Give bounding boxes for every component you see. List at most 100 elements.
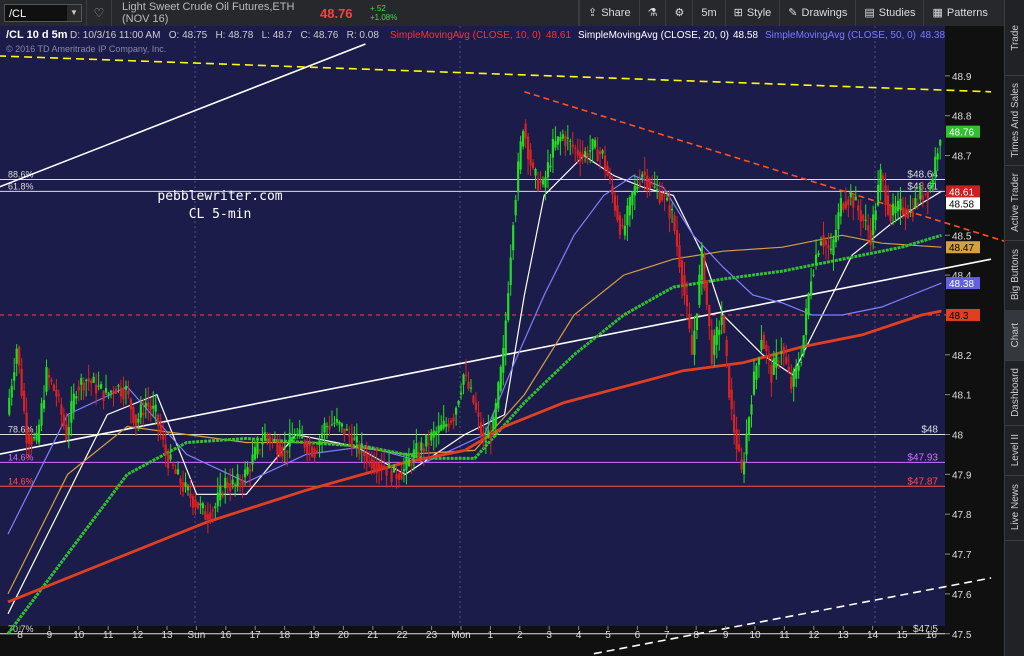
price-badge-label: 48.58	[949, 199, 974, 210]
candle-body	[509, 257, 512, 286]
candle-body	[288, 432, 291, 447]
candle-body	[693, 330, 696, 355]
candle-body	[253, 447, 257, 460]
drawings-label: Drawings	[801, 7, 848, 19]
candle-body	[169, 454, 172, 460]
candle-body	[613, 195, 617, 211]
candle-body	[72, 393, 75, 411]
sma50-label: SimpleMovingAvg (CLOSE, 50, 0)	[765, 30, 916, 41]
price-chart[interactable]: 88.6% $48.6461.8% $48.6178.6% $4814.6% $47.9…	[0, 26, 1004, 656]
candle-body	[536, 178, 540, 191]
timeframe-button[interactable]: 5m	[692, 0, 724, 26]
settings-button[interactable]: ⚙	[665, 0, 692, 26]
change-percent: +1.08%	[370, 13, 398, 22]
candle-body	[199, 503, 202, 506]
candle-body	[256, 441, 259, 455]
candle-body	[551, 139, 555, 158]
candle-body	[402, 469, 406, 472]
candle-body	[345, 429, 348, 431]
candle-body	[80, 377, 83, 385]
candle-body	[539, 181, 542, 183]
candle-body	[795, 365, 798, 379]
tab-live-news[interactable]: Live News	[1005, 475, 1024, 541]
x-tick-label: Mon	[451, 630, 470, 641]
candle-body	[186, 486, 190, 491]
candle-body	[273, 439, 276, 441]
candle-body	[373, 460, 376, 471]
x-tick-label: 18	[279, 630, 291, 641]
candle-body	[385, 466, 388, 476]
candle-body	[636, 186, 639, 190]
candle-body	[338, 421, 341, 425]
candle-body	[447, 423, 450, 428]
candle-body	[891, 203, 895, 216]
candle-body	[62, 414, 65, 426]
candle-body	[641, 174, 644, 178]
plot-area[interactable]	[0, 26, 945, 626]
tab-big-buttons[interactable]: Big Buttons	[1005, 240, 1024, 311]
candle-body	[725, 339, 728, 357]
candle-body	[477, 412, 480, 417]
candle-body	[30, 436, 33, 445]
tab-dashboard[interactable]: Dashboard	[1005, 360, 1024, 426]
candle-body	[678, 245, 681, 268]
x-tick-label: 5	[605, 630, 611, 641]
candle-body	[268, 436, 272, 443]
heart-icon[interactable]: ♡	[86, 0, 112, 26]
candle-body	[487, 430, 490, 439]
candle-body	[82, 382, 85, 391]
candle-body	[42, 400, 46, 409]
candle-body	[549, 165, 552, 168]
x-tick-label: 20	[338, 630, 350, 641]
candle-body	[60, 404, 63, 415]
candle-body	[524, 123, 527, 139]
candle-body	[204, 511, 207, 520]
candle-body	[800, 362, 803, 364]
candle-body	[296, 433, 299, 435]
candle-body	[514, 199, 517, 216]
candle-body	[564, 135, 567, 146]
time-axis[interactable]	[0, 626, 1004, 656]
patterns-button[interactable]: ▦ Patterns	[923, 0, 995, 26]
candle-body	[97, 385, 100, 387]
tab-level-ii[interactable]: Level II	[1005, 425, 1024, 476]
candle-body	[844, 201, 847, 209]
candle-body	[494, 402, 497, 427]
tab-trade[interactable]: Trade	[1005, 0, 1024, 76]
candle-body	[28, 434, 31, 445]
drawings-button[interactable]: ✎ Drawings	[779, 0, 855, 26]
candle-body	[365, 454, 368, 463]
candle-body	[797, 365, 800, 371]
candle-body	[896, 200, 900, 212]
chevron-down-icon[interactable]: ▼	[67, 5, 81, 21]
candle-body	[507, 293, 510, 320]
candle-body	[157, 414, 160, 426]
studies-button[interactable]: ▤ Studies	[855, 0, 923, 26]
candle-body	[566, 137, 569, 139]
candle-body	[330, 424, 334, 426]
x-tick-label: Sun	[188, 630, 206, 641]
candle-body	[77, 386, 80, 391]
flask-icon: ⚗	[647, 7, 658, 19]
candle-body	[775, 353, 778, 368]
candle-body	[695, 313, 698, 330]
candle-body	[680, 260, 684, 285]
style-button[interactable]: ⊞ Style	[724, 0, 780, 26]
symbol-input[interactable]: /CL ▼	[4, 4, 82, 22]
candle-body	[670, 208, 674, 211]
candle-body	[422, 448, 425, 452]
y-tick-label: 48.9	[952, 72, 972, 83]
flask-button[interactable]: ⚗	[638, 0, 666, 26]
x-tick-label: 23	[426, 630, 438, 641]
tab-times-and-sales[interactable]: Times And Sales	[1005, 75, 1024, 166]
candle-body	[683, 275, 686, 296]
candle-body	[236, 474, 239, 487]
candle-body	[221, 494, 224, 497]
candle-body	[489, 434, 492, 439]
candle-body	[109, 390, 113, 393]
tab-chart[interactable]: Chart	[1005, 310, 1024, 361]
share-button[interactable]: ⇪ Share	[579, 0, 639, 26]
tab-active-trader[interactable]: Active Trader	[1005, 165, 1024, 241]
candle-body	[382, 465, 386, 469]
candle-body	[628, 197, 631, 216]
